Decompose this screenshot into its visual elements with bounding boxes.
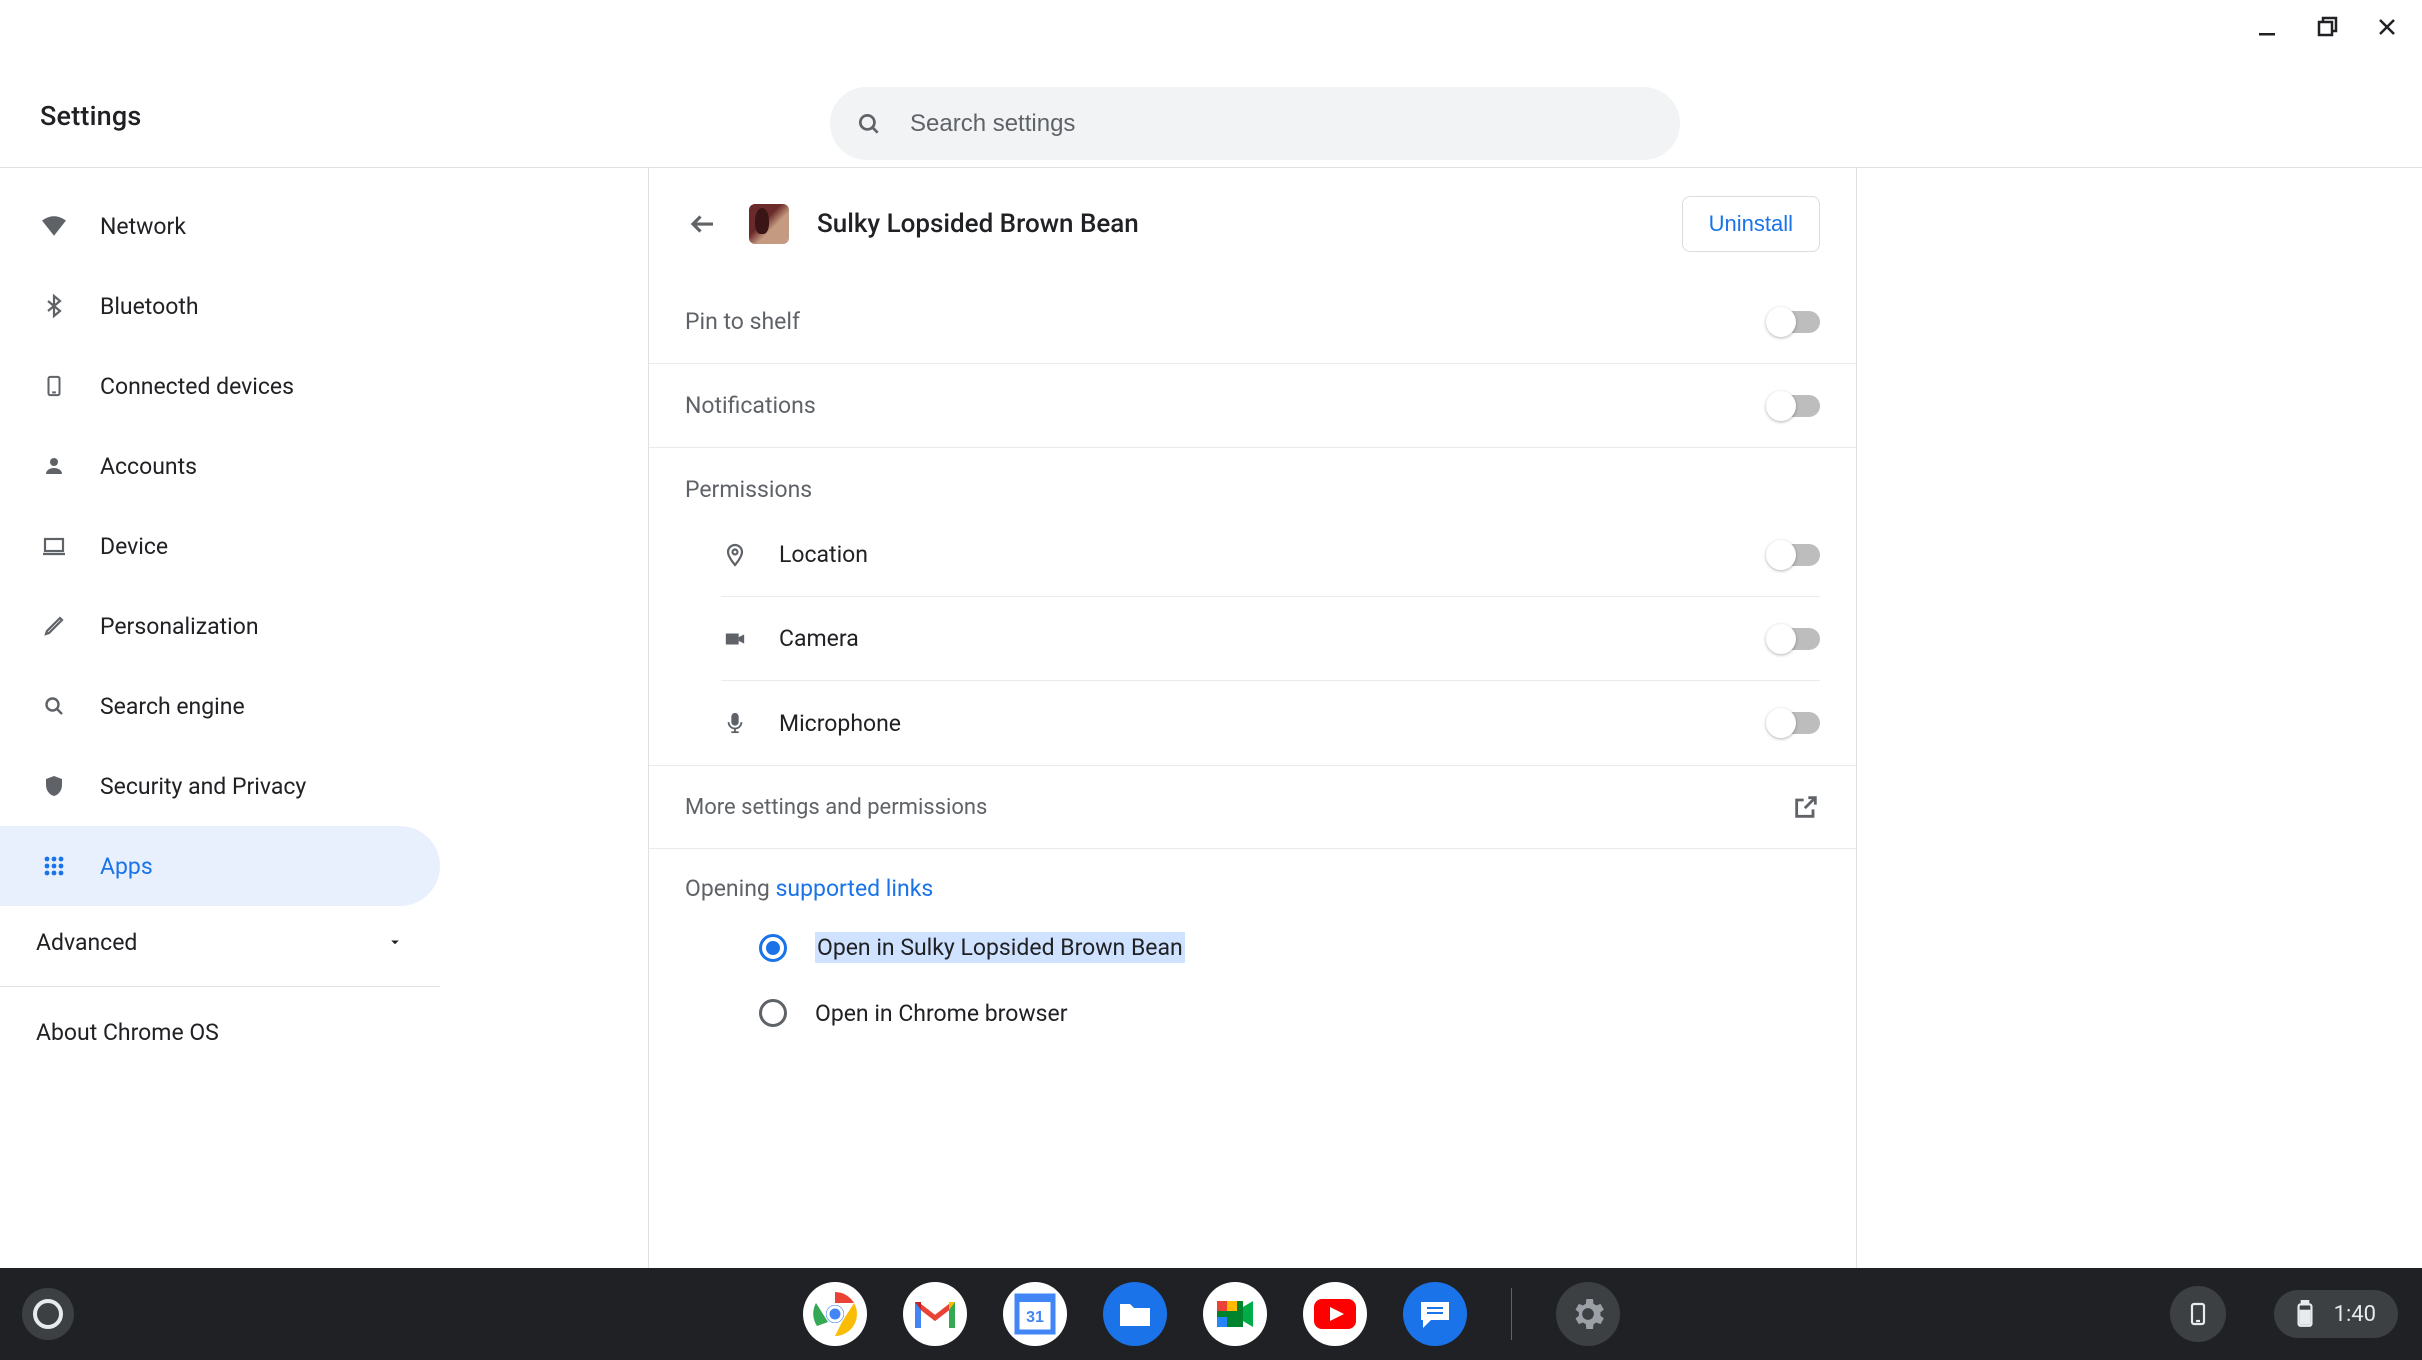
pencil-icon [40,614,68,638]
sidebar-item-label: Personalization [100,613,259,640]
sidebar-item-label: Search engine [100,693,245,720]
shelf-app-calendar[interactable]: 31 [1003,1282,1067,1346]
open-external-icon [1792,793,1820,821]
sidebar-item-bluetooth[interactable]: Bluetooth [0,266,440,346]
person-icon [40,454,68,478]
clock: 1:40 [2334,1302,2376,1327]
row-pin-to-shelf: Pin to shelf [649,280,1856,364]
search-icon [40,694,68,718]
page-title: Settings [40,100,142,132]
sidebar-item-label: Bluetooth [100,293,199,320]
sidebar-item-label: Device [100,533,168,560]
toggle-microphone[interactable] [1768,712,1820,734]
shelf: 31 1:40 [0,1268,2422,1360]
location-icon [721,542,749,568]
row-permission-camera: Camera [721,597,1820,681]
app-title: Sulky Lopsided Brown Bean [817,209,1139,239]
shelf-apps: 31 [803,1282,1620,1346]
search-input[interactable] [910,110,1654,138]
shelf-app-settings[interactable] [1556,1282,1620,1346]
toggle-notifications[interactable] [1768,395,1820,417]
phone-icon [40,373,68,399]
permissions-heading: Permissions [649,448,1856,513]
radio-button-unchecked-icon [759,999,787,1027]
sidebar-item-label: Accounts [100,453,197,480]
sidebar-item-connected-devices[interactable]: Connected devices [0,346,440,426]
shield-icon [40,773,68,799]
row-more-settings[interactable]: More settings and permissions [649,765,1856,849]
sidebar-item-network[interactable]: Network [0,186,440,266]
launcher-button[interactable] [22,1288,74,1340]
chevron-down-icon [386,933,404,951]
sidebar-item-device[interactable]: Device [0,506,440,586]
radio-open-in-app[interactable]: Open in Sulky Lopsided Brown Bean [649,914,1856,981]
sidebar-item-apps[interactable]: Apps [0,826,440,906]
toggle-pin-to-shelf[interactable] [1768,311,1820,333]
sidebar-item-security[interactable]: Security and Privacy [0,746,440,826]
header: Settings [0,0,2422,168]
sidebar-item-advanced[interactable]: Advanced [0,906,440,978]
shelf-separator [1511,1288,1512,1340]
sidebar-item-accounts[interactable]: Accounts [0,426,440,506]
opening-prefix: Opening [685,875,776,902]
sidebar-item-label: Network [100,213,186,240]
sidebar-item-label: About Chrome OS [36,1019,219,1046]
search-box[interactable] [830,87,1680,160]
sidebar-item-label: Apps [100,853,153,880]
apps-grid-icon [40,854,68,878]
radio-label: Open in Sulky Lopsided Brown Bean [815,932,1185,963]
row-label: Notifications [685,392,816,419]
sidebar-item-label: Security and Privacy [100,773,306,800]
row-label: Pin to shelf [685,308,800,335]
detail-header: Sulky Lopsided Brown Bean Uninstall [649,168,1856,280]
battery-icon [2296,1300,2314,1328]
window-maximize-button[interactable] [2314,14,2340,40]
window-minimize-button[interactable] [2254,14,2280,40]
row-permission-microphone: Microphone [721,681,1820,765]
supported-links-link[interactable]: supported links [776,875,934,902]
row-permission-location: Location [721,513,1820,597]
divider [0,986,440,987]
radio-label: Open in Chrome browser [815,1000,1067,1027]
shelf-app-meet[interactable] [1203,1282,1267,1346]
search-icon [856,111,882,137]
shelf-app-files[interactable] [1103,1282,1167,1346]
bluetooth-icon [40,293,68,319]
row-label: More settings and permissions [685,795,987,820]
perm-label: Microphone [779,710,901,737]
shelf-app-gmail[interactable] [903,1282,967,1346]
sidebar-item-label: Advanced [36,929,137,956]
sidebar-item-label: Connected devices [100,373,294,400]
sidebar-item-about[interactable]: About Chrome OS [0,995,440,1069]
shelf-app-youtube[interactable] [1303,1282,1367,1346]
system-tray[interactable]: 1:40 [2274,1290,2398,1338]
tray-phone-hub[interactable] [2170,1286,2226,1342]
wifi-icon [40,213,68,239]
opening-supported-links: Opening supported links [649,849,1856,914]
back-button[interactable] [685,206,721,242]
svg-text:31: 31 [1026,1309,1044,1326]
radio-button-checked-icon [759,934,787,962]
content-panel: Sulky Lopsided Brown Bean Uninstall Pin … [648,168,1857,1268]
perm-label: Location [779,541,868,568]
microphone-icon [721,710,749,736]
radio-open-in-chrome[interactable]: Open in Chrome browser [649,981,1856,1045]
window-close-button[interactable] [2374,14,2400,40]
toggle-location[interactable] [1768,544,1820,566]
shelf-app-messages[interactable] [1403,1282,1467,1346]
laptop-icon [40,534,68,558]
sidebar-item-search-engine[interactable]: Search engine [0,666,440,746]
toggle-camera[interactable] [1768,628,1820,650]
camera-icon [721,628,749,650]
perm-label: Camera [779,625,859,652]
row-notifications[interactable]: Notifications [649,364,1856,448]
shelf-app-chrome[interactable] [803,1282,867,1346]
sidebar-item-personalization[interactable]: Personalization [0,586,440,666]
sidebar: Network Bluetooth Connected devices Acco… [0,168,440,1268]
app-icon [749,204,789,244]
uninstall-button[interactable]: Uninstall [1682,196,1820,252]
